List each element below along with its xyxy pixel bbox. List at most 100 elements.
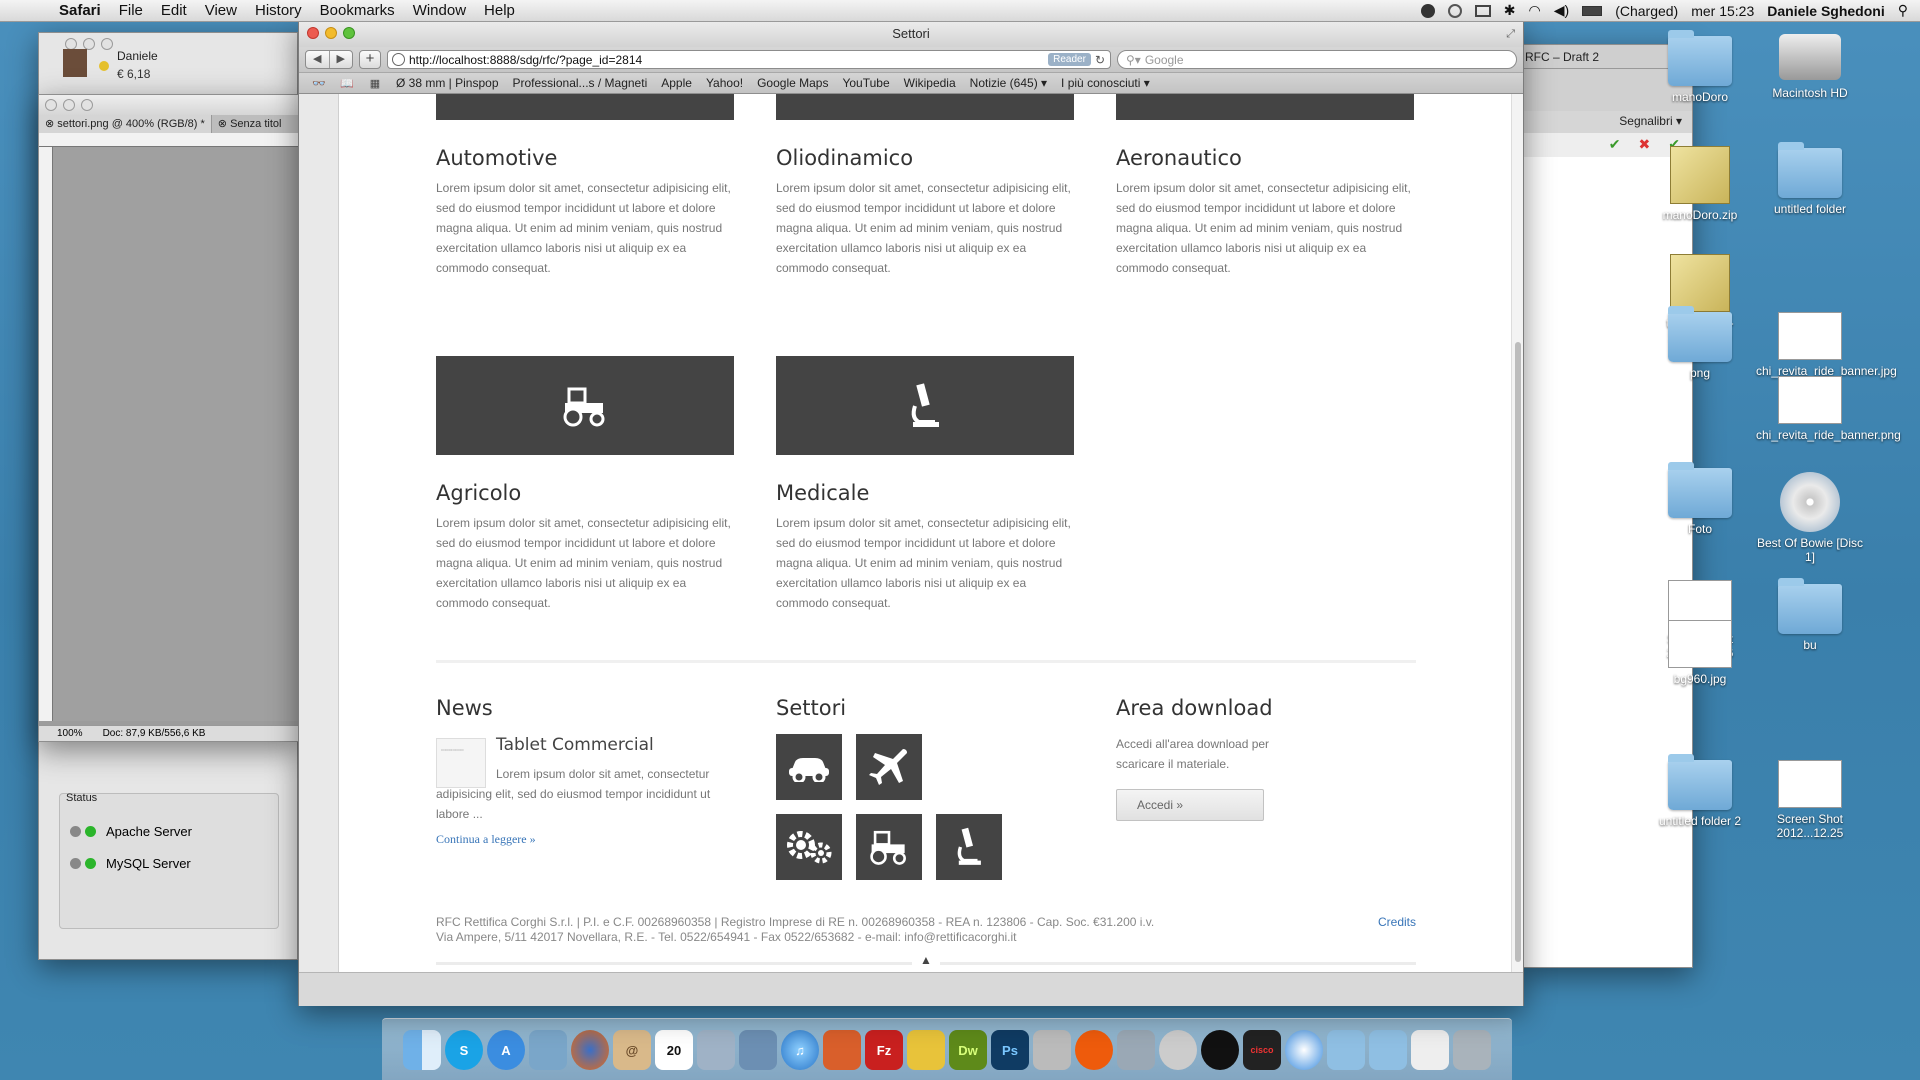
desktop-icon[interactable]: manoDoro [1646, 30, 1754, 104]
desktop-icon[interactable]: bu [1756, 578, 1864, 652]
display-icon[interactable] [1474, 4, 1491, 17]
ps-zoom[interactable]: 100% [57, 728, 83, 739]
bookmark-item[interactable]: Ø 38 mm | Pinspop [389, 76, 506, 90]
forward-button[interactable]: ▶ [330, 51, 353, 68]
desktop-icon[interactable]: chi_revita_ride_banner.jpg [1756, 312, 1897, 378]
vertical-scrollbar[interactable] [1511, 94, 1523, 972]
desktop-icon[interactable]: Foto [1646, 462, 1754, 536]
bookmark-item[interactable]: I più conosciuti ▾ [1054, 76, 1157, 90]
preview-icon[interactable] [529, 1030, 567, 1070]
accedi-button[interactable]: Accedi » [1116, 789, 1264, 821]
zoom-button[interactable] [101, 38, 113, 50]
add-bookmark-button[interactable]: + [359, 50, 381, 69]
menu-view[interactable]: View [196, 2, 246, 19]
app-store-icon[interactable]: A [487, 1030, 525, 1070]
menu-file[interactable]: File [110, 2, 152, 19]
bookmark-item[interactable]: Notizie (645) ▾ [963, 76, 1054, 90]
filezilla-icon[interactable]: Fz [865, 1030, 903, 1070]
top-sites-grid-icon[interactable]: ▦ [366, 77, 384, 90]
search-field[interactable]: ⚲▾ Google [1117, 50, 1517, 69]
desktop-icon[interactable]: untitled folder [1756, 142, 1864, 216]
check-icon[interactable]: ✔ [1609, 136, 1621, 154]
settore-agricolo-button[interactable] [856, 814, 922, 880]
clock[interactable]: mer 15:23 [1691, 3, 1754, 19]
wifi-icon[interactable]: ◠ [1529, 2, 1541, 19]
reading-list-icon[interactable]: 👓 [310, 77, 328, 90]
orange-app-icon[interactable] [1075, 1030, 1113, 1070]
desktop-icon[interactable]: manoDoro.zip [1646, 146, 1754, 222]
bookmark-item[interactable]: Professional...s / Magneti [506, 76, 655, 90]
tab-close-icon[interactable]: ⊗ [45, 118, 57, 130]
back-button[interactable]: ◀ [306, 51, 330, 68]
bookmarks-book-icon[interactable]: 📖 [338, 77, 356, 90]
skype-status-icon[interactable] [1420, 3, 1435, 18]
settore-oliodinamico-button[interactable] [776, 814, 842, 880]
ps-close-button[interactable] [45, 99, 57, 111]
itunes-icon[interactable]: ♫ [781, 1030, 819, 1070]
dreamweaver-icon[interactable]: Dw [949, 1030, 987, 1070]
safari-minimize-button[interactable] [325, 27, 337, 39]
stack-folder-icon[interactable] [1369, 1030, 1407, 1070]
dvd-player-icon[interactable] [1201, 1030, 1239, 1070]
safari-close-button[interactable] [307, 27, 319, 39]
address-book-icon[interactable]: @ [613, 1030, 651, 1070]
web-page[interactable]: Automotive Lorem ipsum dolor sit amet, c… [339, 94, 1513, 972]
ps-tab-untitled[interactable]: ⊗ Senza titol [212, 115, 288, 133]
desktop-icon[interactable]: chi_revita_ride_banner.png [1756, 376, 1901, 442]
safari-zoom-button[interactable] [343, 27, 355, 39]
iphoto-icon[interactable] [739, 1030, 777, 1070]
ps-canvas[interactable] [53, 147, 299, 721]
desktop-icon[interactable]: bg960.jpg [1646, 620, 1754, 686]
category-image[interactable] [436, 94, 734, 120]
calculator-icon[interactable] [1033, 1030, 1071, 1070]
battery-icon[interactable] [1582, 5, 1603, 16]
settore-automotive-button[interactable] [776, 734, 842, 800]
desktop-icon[interactable]: Macintosh HD [1756, 28, 1864, 100]
settore-medicale-button[interactable] [936, 814, 1002, 880]
bluetooth-icon[interactable]: ✱ [1504, 2, 1516, 19]
bookmark-item[interactable]: YouTube [835, 76, 896, 90]
vlc-icon[interactable] [907, 1030, 945, 1070]
trash-icon[interactable] [1453, 1030, 1491, 1070]
safari-icon[interactable] [1285, 1030, 1323, 1070]
category-image[interactable] [776, 356, 1074, 455]
back-to-top-button[interactable]: ▲ [912, 948, 940, 972]
address-bar[interactable]: http://localhost:8888/sdg/rfc/?page_id=2… [387, 50, 1111, 69]
desktop-icon[interactable]: Screen Shot 2012...12.25 [1756, 760, 1864, 840]
bookmark-item[interactable]: Apple [654, 76, 699, 90]
category-image[interactable] [776, 94, 1074, 120]
credits-link[interactable]: Credits [1378, 915, 1416, 929]
menu-history[interactable]: History [246, 2, 311, 19]
category-image[interactable] [1116, 94, 1414, 120]
menu-app[interactable]: Safari [50, 2, 110, 19]
reader-button[interactable]: Reader [1048, 53, 1091, 66]
reload-icon[interactable]: ↻ [1095, 53, 1105, 67]
menu-help[interactable]: Help [475, 2, 524, 19]
documents-stack-icon[interactable] [1411, 1030, 1449, 1070]
volume-icon[interactable]: ◀) [1554, 2, 1569, 19]
desktop-icon[interactable]: Best Of Bowie [Disc 1] [1756, 472, 1864, 564]
tab-close-icon[interactable]: ⊗ [218, 118, 230, 130]
ps-zoom-button[interactable] [81, 99, 93, 111]
user-name[interactable]: Daniele Sghedoni [1767, 3, 1884, 19]
rb-bookmarks[interactable]: Segnalibri ▾ [1521, 111, 1692, 133]
category-title[interactable]: Aeronautico [1116, 146, 1414, 170]
photoshop-icon[interactable]: Ps [991, 1030, 1029, 1070]
photo-booth-icon[interactable] [823, 1030, 861, 1070]
fullscreen-icon[interactable]: ⤢ [1506, 21, 1515, 47]
desktop-icon[interactable]: untitled folder 2 [1646, 754, 1754, 828]
bookmark-item[interactable]: Wikipedia [897, 76, 963, 90]
category-title[interactable]: Medicale [776, 481, 1074, 505]
category-title[interactable]: Oliodinamico [776, 146, 1074, 170]
ps-minimize-button[interactable] [63, 99, 75, 111]
cisco-icon[interactable]: cisco [1243, 1030, 1281, 1070]
menu-window[interactable]: Window [404, 2, 475, 19]
firefox-icon[interactable] [571, 1030, 609, 1070]
category-title[interactable]: Automotive [436, 146, 734, 170]
menu-bookmarks[interactable]: Bookmarks [311, 2, 404, 19]
utility-icon[interactable] [1117, 1030, 1155, 1070]
stack-folder-icon[interactable] [1327, 1030, 1365, 1070]
disk-utility-icon[interactable] [1159, 1030, 1197, 1070]
pen-tool-icon[interactable] [697, 1030, 735, 1070]
read-more-link[interactable]: Continua a leggere » [436, 832, 536, 847]
